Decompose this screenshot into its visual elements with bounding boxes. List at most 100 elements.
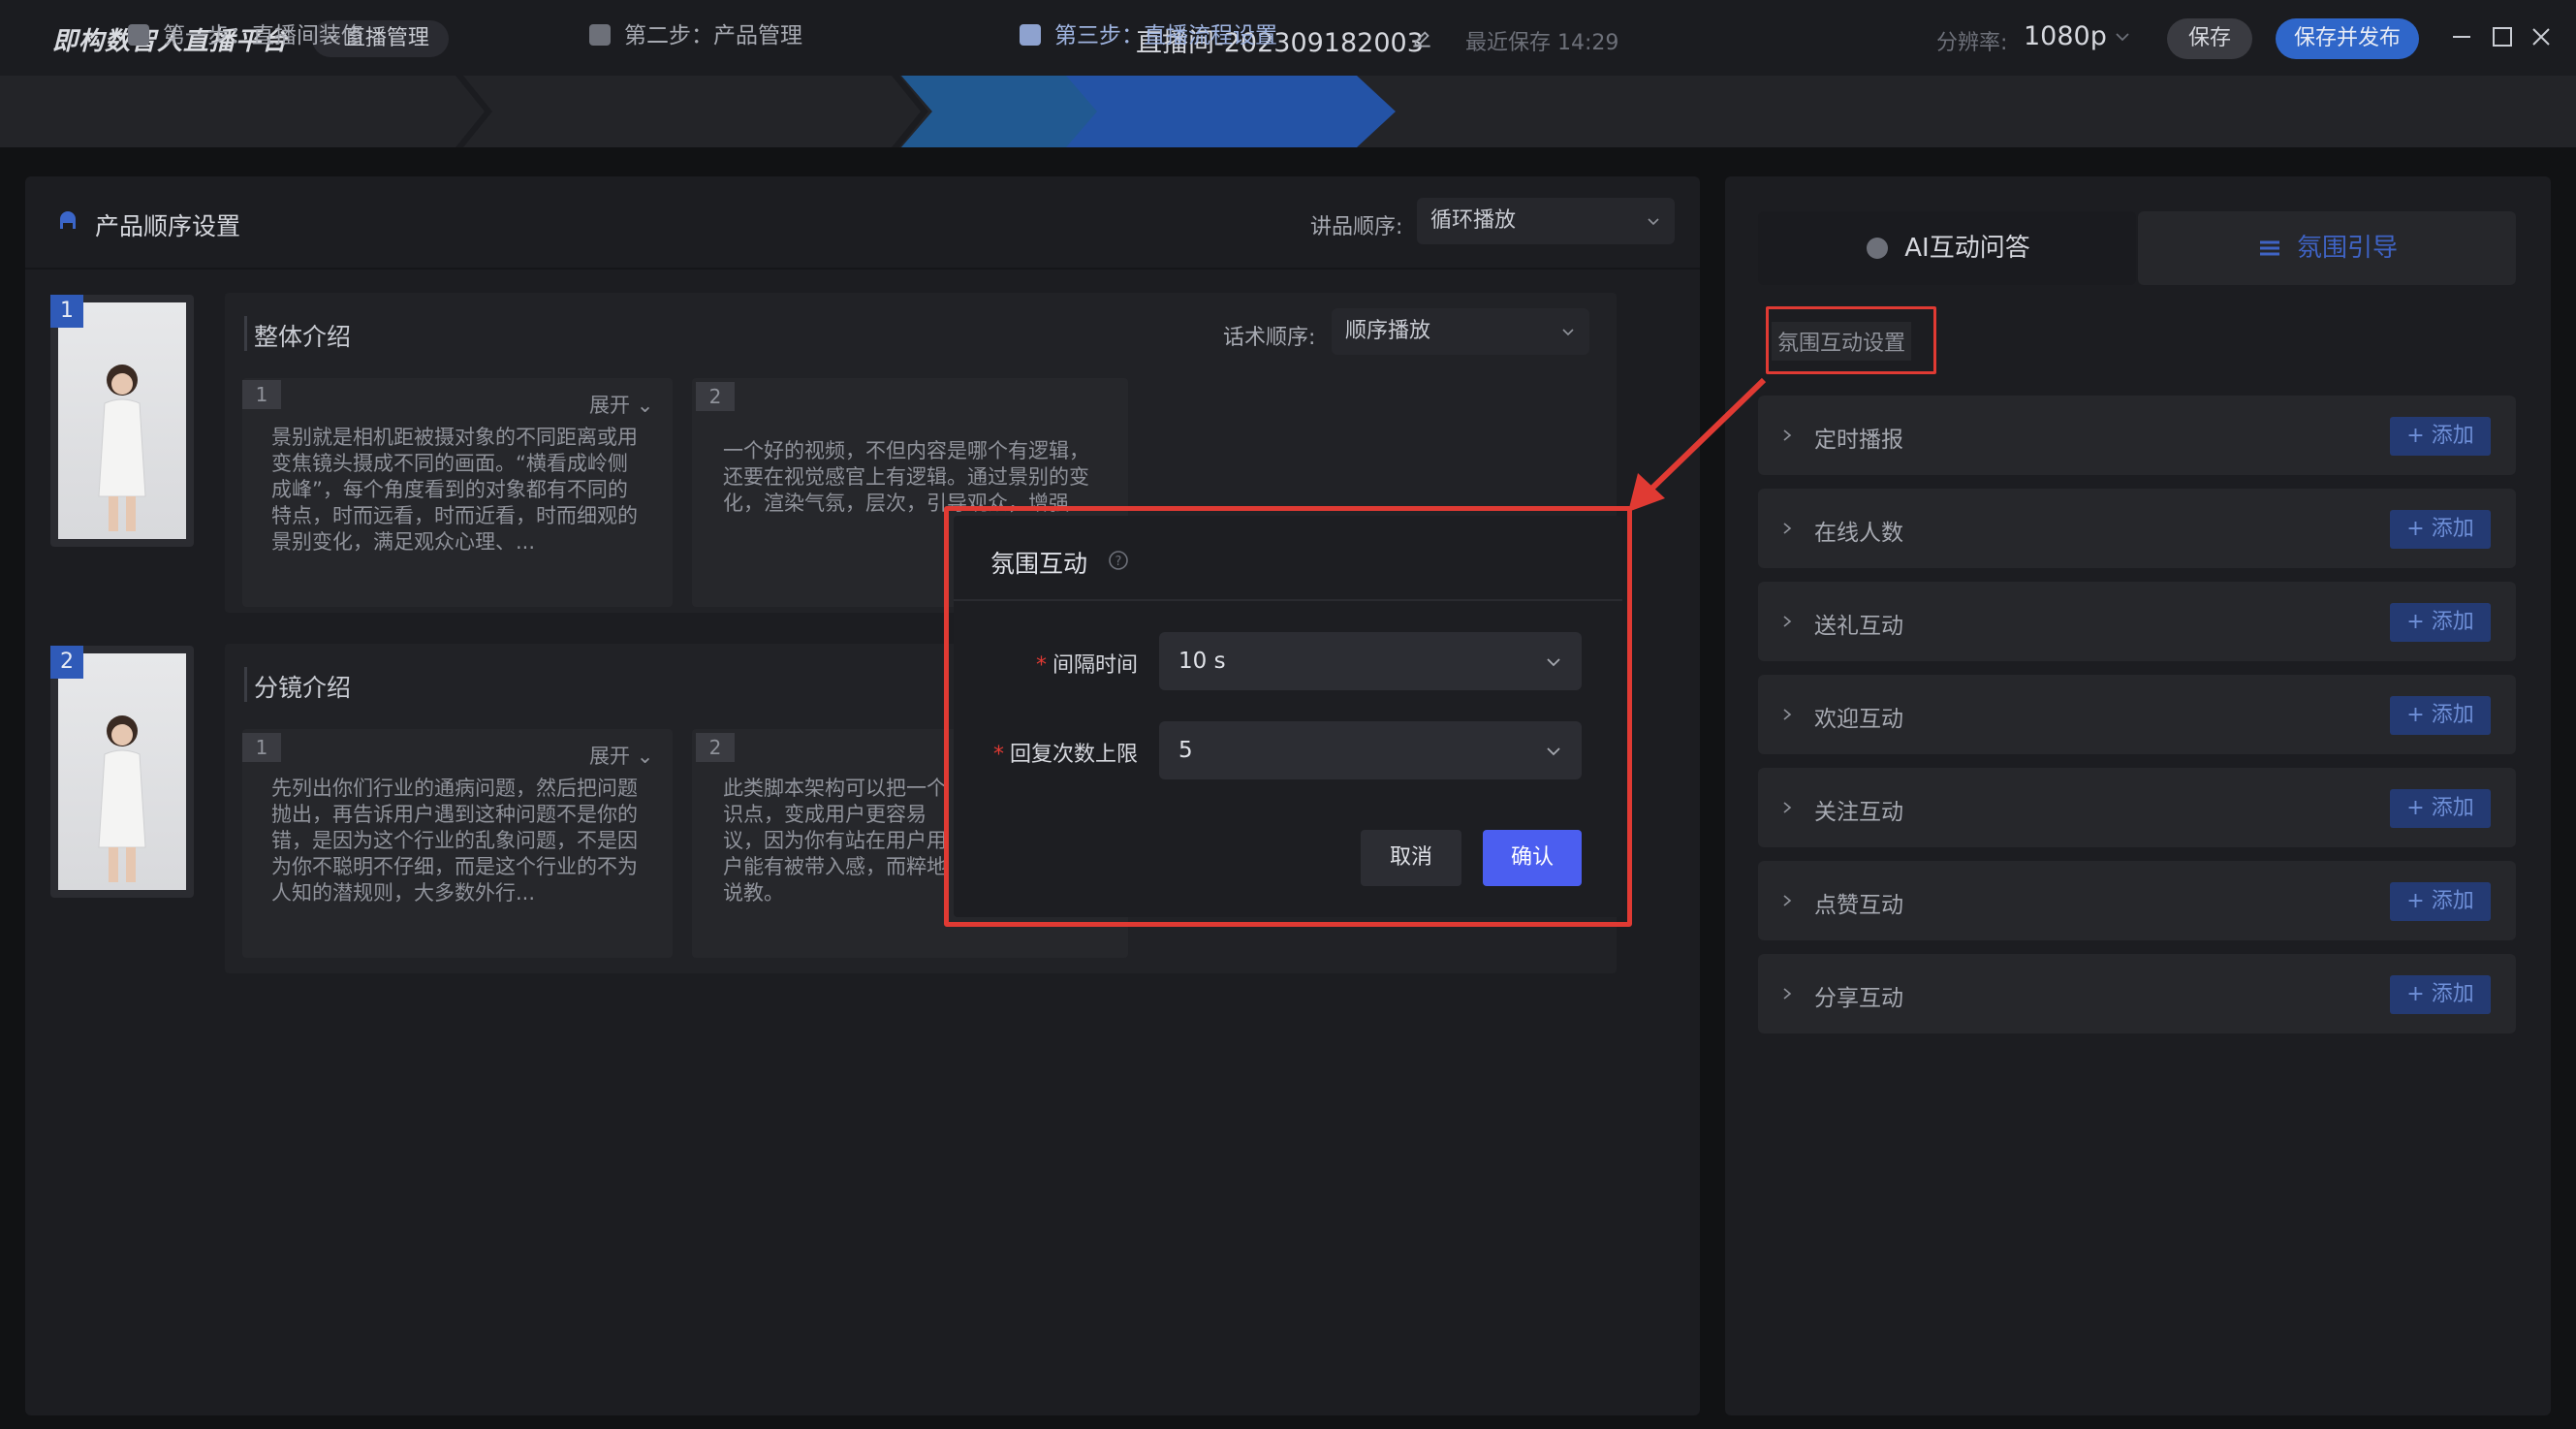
step-2[interactable]: 第二步：产品管理 [589, 0, 802, 72]
chevron-down-icon[interactable] [2113, 27, 2132, 47]
add-button[interactable]: + 添加 [2390, 789, 2491, 828]
close-icon[interactable] [2528, 23, 2555, 50]
title-bar: 即构数智人直播平台 ‹ 直播管理 直播间-202309182003 最近保存 14… [0, 0, 2576, 76]
reply-limit-label-text: 回复次数上限 [1009, 743, 1138, 767]
chevron-right-icon [1783, 988, 1792, 1000]
tab-ai-qa[interactable]: AI互动问答 [1758, 211, 2136, 285]
chevron-right-icon [1783, 895, 1792, 906]
save-and-publish-button[interactable]: 保存并发布 [2276, 18, 2419, 59]
script-order-value: 顺序播放 [1345, 319, 1431, 343]
chevron-right-icon [1783, 802, 1792, 813]
resolution-label: 分辨率: [1936, 31, 2008, 55]
save-button[interactable]: 保存 [2167, 18, 2252, 59]
annotation-arrow [1628, 377, 1767, 512]
chevron-down-icon: ⌄ [636, 394, 654, 417]
row-follow[interactable]: 关注互动 + 添加 [1758, 768, 2516, 847]
cancel-button[interactable]: 取消 [1361, 830, 1461, 886]
chevron-down-icon [1547, 658, 1560, 667]
expand-toggle[interactable]: 展开 ⌄ [589, 390, 653, 419]
tab-ai-qa-label: AI互动问答 [1904, 234, 2030, 263]
row-welcome[interactable]: 欢迎互动 + 添加 [1758, 675, 2516, 754]
interval-select[interactable]: 10 s [1159, 632, 1582, 690]
chevron-right-icon [1783, 616, 1792, 627]
order-value: 循环播放 [1430, 208, 1517, 233]
reply-limit-select[interactable]: 5 [1159, 721, 1582, 779]
row-label: 点赞互动 [1814, 893, 1903, 918]
presenter-image [58, 302, 186, 539]
presenter-image [58, 653, 186, 890]
add-button[interactable]: + 添加 [2390, 417, 2491, 456]
step-3-label: 第三步：直播流程设置 [1054, 23, 1277, 48]
divider [25, 268, 1700, 270]
paint-icon [128, 24, 149, 46]
row-timed-broadcast[interactable]: 定时播报 + 添加 [1758, 396, 2516, 475]
row-like[interactable]: 点赞互动 + 添加 [1758, 861, 2516, 940]
card-text: 景别就是相机距被摄对象的不同距离或用变焦镜头摄成不同的画面。“横看成岭侧成峰”，… [271, 426, 638, 554]
divider [954, 599, 1622, 601]
flow-icon [1020, 24, 1041, 46]
chevron-down-icon: ⌄ [636, 745, 654, 768]
expand-toggle[interactable]: 展开 ⌄ [589, 741, 653, 770]
card-number: 1 [242, 733, 281, 762]
expand-label: 展开 [589, 394, 630, 417]
order-select[interactable]: 循环播放 [1417, 198, 1675, 244]
row-label: 送礼互动 [1814, 614, 1903, 639]
add-button[interactable]: + 添加 [2390, 510, 2491, 549]
row-online-count[interactable]: 在线人数 + 添加 [1758, 489, 2516, 568]
card-text: 此类脚本架构可以把一个识点，变成用户更容易议，因为你有站在用户用户能有被带入感，… [723, 777, 947, 905]
required-mark: * [1035, 653, 1047, 678]
chevron-down-icon [1562, 329, 1574, 336]
presenter-figure [98, 715, 146, 882]
row-label: 定时播报 [1814, 428, 1903, 453]
presenter-figure [98, 365, 146, 531]
chevron-right-icon [1783, 709, 1792, 720]
product-icon [589, 24, 611, 46]
minimize-icon[interactable] [2448, 23, 2475, 50]
card-text: 先列出你们行业的通病问题，然后把问题抛出，再告诉用户遇到这种问题不是你的错，是因… [271, 777, 638, 905]
step-1[interactable]: 第一步：直播间装修 [128, 0, 363, 72]
add-button[interactable]: + 添加 [2390, 696, 2491, 735]
row-label: 在线人数 [1814, 521, 1903, 546]
panel-title: 产品顺序设置 [95, 212, 241, 240]
add-button[interactable]: + 添加 [2390, 975, 2491, 1014]
row-label: 分享互动 [1814, 986, 1903, 1011]
chat-icon [1867, 238, 1889, 259]
section-title: 整体介绍 [254, 323, 352, 351]
row-gift[interactable]: 送礼互动 + 添加 [1758, 582, 2516, 661]
step-1-label: 第一步：直播间装修 [163, 23, 363, 48]
order-label: 讲品顺序: [1310, 215, 1403, 239]
script-order-select[interactable]: 顺序播放 [1332, 308, 1589, 355]
step-2-label: 第二步：产品管理 [624, 23, 802, 48]
section-title: 分镜介绍 [254, 674, 352, 702]
resolution-select[interactable]: 1080p [2024, 21, 2107, 51]
product-index-badge: 2 [50, 646, 83, 679]
svg-text:?: ? [1115, 555, 1122, 569]
tab-atmosphere[interactable]: 氛围引导 [2138, 211, 2516, 285]
step-3[interactable]: 第三步：直播流程设置 [1020, 0, 1277, 72]
interval-value: 10 s [1178, 649, 1226, 674]
add-button[interactable]: + 添加 [2390, 882, 2491, 921]
row-share[interactable]: 分享互动 + 添加 [1758, 954, 2516, 1033]
section-marker [244, 667, 247, 702]
product-thumbnail[interactable]: 1 [50, 295, 194, 547]
card-number: 2 [696, 382, 735, 411]
section-marker [244, 316, 247, 351]
tab-atmosphere-label: 氛围引导 [2296, 234, 2398, 263]
reply-limit-label: * 回复次数上限 [981, 737, 1138, 768]
row-label: 欢迎互动 [1814, 707, 1903, 732]
interval-label: * 间隔时间 [990, 648, 1138, 679]
add-button[interactable]: + 添加 [2390, 603, 2491, 642]
chevron-down-icon [1547, 747, 1560, 756]
modal-title: 氛围互动 [990, 550, 1088, 578]
maximize-icon[interactable] [2489, 23, 2516, 50]
last-saved-text: 最近保存 14:29 [1465, 31, 1619, 55]
card-number: 1 [242, 380, 281, 409]
help-icon[interactable]: ? [1107, 549, 1130, 572]
interval-label-text: 间隔时间 [1052, 653, 1138, 678]
edit-icon[interactable] [1409, 25, 1434, 50]
atmosphere-settings-tag[interactable]: 氛围互动设置 [1772, 322, 1912, 361]
product-order-icon [60, 211, 76, 229]
product-thumbnail[interactable]: 2 [50, 646, 194, 898]
script-order-label: 话术顺序: [1223, 326, 1316, 350]
confirm-button[interactable]: 确认 [1483, 830, 1582, 886]
